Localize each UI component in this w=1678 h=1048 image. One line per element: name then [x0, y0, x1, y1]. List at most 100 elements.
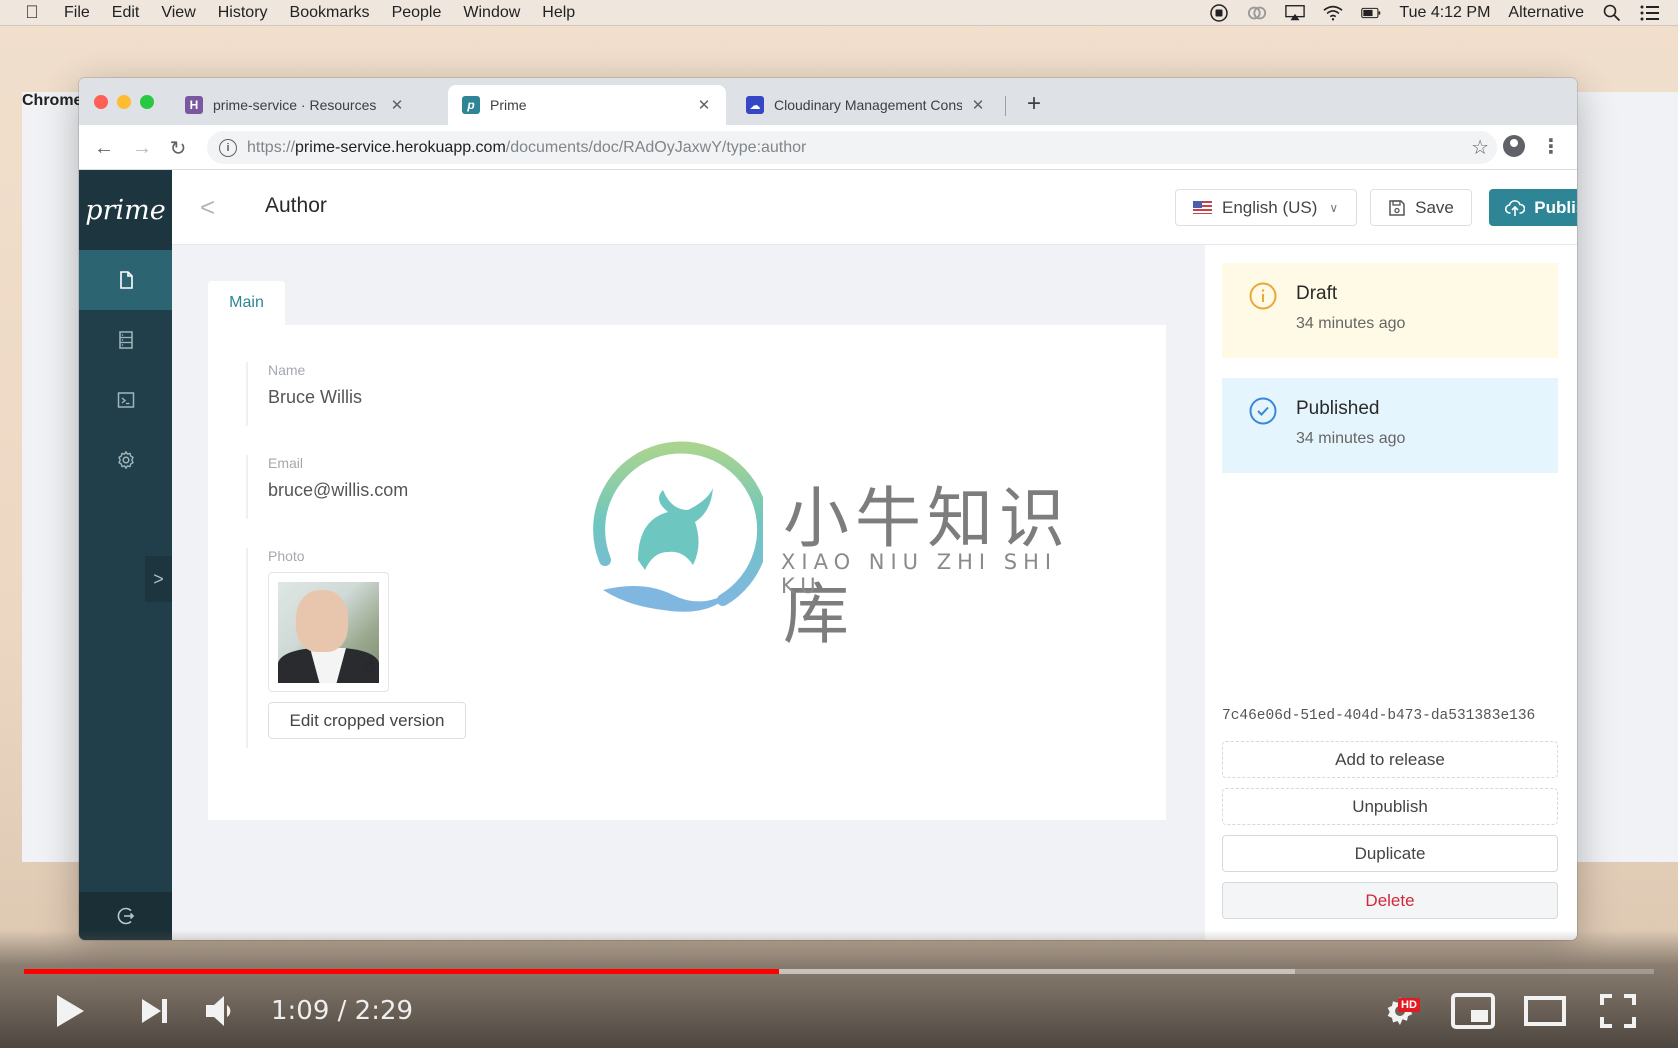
sidebar-expand-toggle[interactable]: >	[145, 556, 172, 602]
delete-button[interactable]: Delete	[1222, 882, 1558, 919]
miniplayer-icon	[1451, 993, 1495, 1029]
chevron-down-icon: ∨	[1329, 200, 1339, 215]
new-tab-button[interactable]: +	[1018, 88, 1050, 120]
forward-arrow-icon[interactable]: →	[129, 135, 155, 161]
apple-menu-icon[interactable]: 	[22, 2, 42, 23]
browser-tab-cloudinary[interactable]: ☁ Cloudinary Management Console ✕	[732, 85, 1000, 125]
info-icon	[1249, 282, 1277, 310]
window-zoom-button[interactable]	[140, 95, 154, 109]
check-circle-icon	[1249, 397, 1277, 425]
notification-center-icon[interactable]	[1640, 4, 1660, 22]
menu-user[interactable]: Alternative	[1508, 4, 1584, 22]
back-arrow-icon[interactable]: ←	[91, 135, 117, 161]
reload-icon[interactable]: ↻	[165, 135, 191, 161]
status-menus: Tue 4:12 PM Alternative	[1209, 0, 1660, 26]
close-tab-icon[interactable]: ✕	[389, 96, 405, 114]
theater-mode-icon	[1524, 996, 1566, 1026]
menu-history[interactable]: History	[218, 4, 268, 22]
menu-edit[interactable]: Edit	[112, 4, 140, 22]
battery-icon[interactable]	[1361, 4, 1381, 22]
logout-icon	[117, 907, 134, 925]
screen-record-icon[interactable]	[1209, 4, 1229, 22]
macos-menu-bar:  Chrome File Edit View History Bookmark…	[0, 0, 1678, 862]
page-title: Author	[265, 194, 327, 217]
chrome-menu-icon[interactable]: ⋮	[1541, 134, 1561, 159]
volume-icon	[206, 996, 231, 1026]
field-label: Name	[268, 362, 306, 378]
heroku-icon: H	[185, 96, 203, 114]
publish-button[interactable]: Publish	[1489, 189, 1577, 226]
sidebar-item-documents[interactable]	[79, 250, 172, 310]
add-to-release-button[interactable]: Add to release	[1222, 741, 1558, 778]
menu-help[interactable]: Help	[542, 4, 575, 22]
miniplayer-button[interactable]	[1450, 993, 1496, 1029]
close-tab-icon[interactable]: ✕	[970, 96, 986, 114]
menu-view[interactable]: View	[161, 4, 195, 22]
document-id: 7c46e06d-51ed-404d-b473-da531383e136	[1222, 708, 1536, 724]
mute-button[interactable]	[200, 993, 240, 1029]
unpublish-button[interactable]: Unpublish	[1222, 788, 1558, 825]
tab-strip: H prime-service · Resources | Heroku ✕ p…	[79, 78, 1577, 125]
prime-logo[interactable]: prime	[79, 170, 172, 250]
fullscreen-button[interactable]	[1598, 993, 1638, 1029]
play-button[interactable]	[50, 993, 90, 1029]
back-chevron-icon[interactable]: <	[200, 192, 215, 223]
close-tab-icon[interactable]: ✕	[696, 96, 712, 114]
tab-main[interactable]: Main	[208, 281, 285, 325]
browser-tab-heroku[interactable]: H prime-service · Resources | Heroku ✕	[171, 85, 419, 125]
skip-next-icon	[142, 999, 167, 1023]
video-controls-overlay	[0, 930, 1678, 1048]
creative-cloud-icon[interactable]	[1247, 4, 1267, 22]
video-time-display: 1:09 / 2:29	[271, 996, 414, 1026]
save-button[interactable]: Save	[1370, 189, 1472, 226]
menu-bookmarks[interactable]: Bookmarks	[290, 4, 370, 22]
status-title: Draft	[1296, 283, 1338, 304]
video-played-bar	[24, 969, 779, 974]
menu-window[interactable]: Window	[463, 4, 520, 22]
field-label: Email	[268, 455, 304, 471]
site-info-icon[interactable]: i	[219, 138, 237, 157]
sidebar-item-schemas[interactable]	[79, 310, 172, 370]
window-close-button[interactable]	[94, 95, 108, 109]
spotlight-search-icon[interactable]	[1602, 4, 1622, 22]
sidebar: prime >	[79, 170, 172, 940]
save-icon	[1389, 199, 1405, 216]
wifi-icon[interactable]	[1323, 4, 1343, 22]
browser-tab-prime[interactable]: p Prime ✕	[448, 85, 726, 125]
bookmark-star-icon[interactable]: ☆	[1471, 135, 1489, 160]
menu-file[interactable]: File	[64, 4, 90, 22]
document-icon	[119, 271, 133, 289]
fullscreen-icon	[1600, 994, 1636, 1028]
field-label: Photo	[268, 548, 305, 564]
hd-quality-badge: HD	[1398, 998, 1420, 1012]
email-value[interactable]: bruce@willis.com	[268, 480, 408, 501]
tab-title: Cloudinary Management Console	[774, 97, 962, 113]
url-scheme: https://	[247, 138, 296, 156]
name-value[interactable]: Bruce Willis	[268, 387, 362, 408]
sidebar-item-playground[interactable]	[79, 370, 172, 430]
browser-window: H prime-service · Resources | Heroku ✕ p…	[79, 78, 1577, 940]
schema-list-icon	[118, 331, 133, 349]
video-progress-bar[interactable]	[24, 969, 1654, 974]
airplay-icon[interactable]	[1285, 4, 1306, 22]
duplicate-button[interactable]: Duplicate	[1222, 835, 1558, 872]
url-path: /documents/doc/RAdOyJaxwY/type:author	[505, 138, 807, 156]
publish-label: Publish	[1534, 197, 1577, 217]
next-video-button[interactable]	[135, 993, 175, 1029]
field-photo: Photo Edit cropped version	[246, 548, 466, 748]
profile-avatar-icon[interactable]	[1503, 135, 1525, 157]
theater-mode-button[interactable]	[1522, 993, 1568, 1029]
edit-cropped-version-button[interactable]: Edit cropped version	[268, 702, 466, 739]
document-header: < Author English (US) ∨ Save Publish	[172, 170, 1577, 245]
locale-label: English (US)	[1222, 197, 1318, 217]
address-bar[interactable]: i https://prime-service.herokuapp.com/do…	[207, 131, 1497, 164]
save-label: Save	[1415, 197, 1454, 217]
cloud-upload-icon	[1505, 199, 1526, 216]
menu-clock[interactable]: Tue 4:12 PM	[1399, 4, 1490, 22]
url-host: prime-service.herokuapp.com	[295, 138, 506, 156]
locale-select[interactable]: English (US) ∨	[1175, 189, 1357, 226]
hand-cursor-icon: ☝	[364, 655, 375, 675]
menu-people[interactable]: People	[392, 4, 442, 22]
sidebar-item-settings[interactable]	[79, 430, 172, 490]
window-minimize-button[interactable]	[117, 95, 131, 109]
